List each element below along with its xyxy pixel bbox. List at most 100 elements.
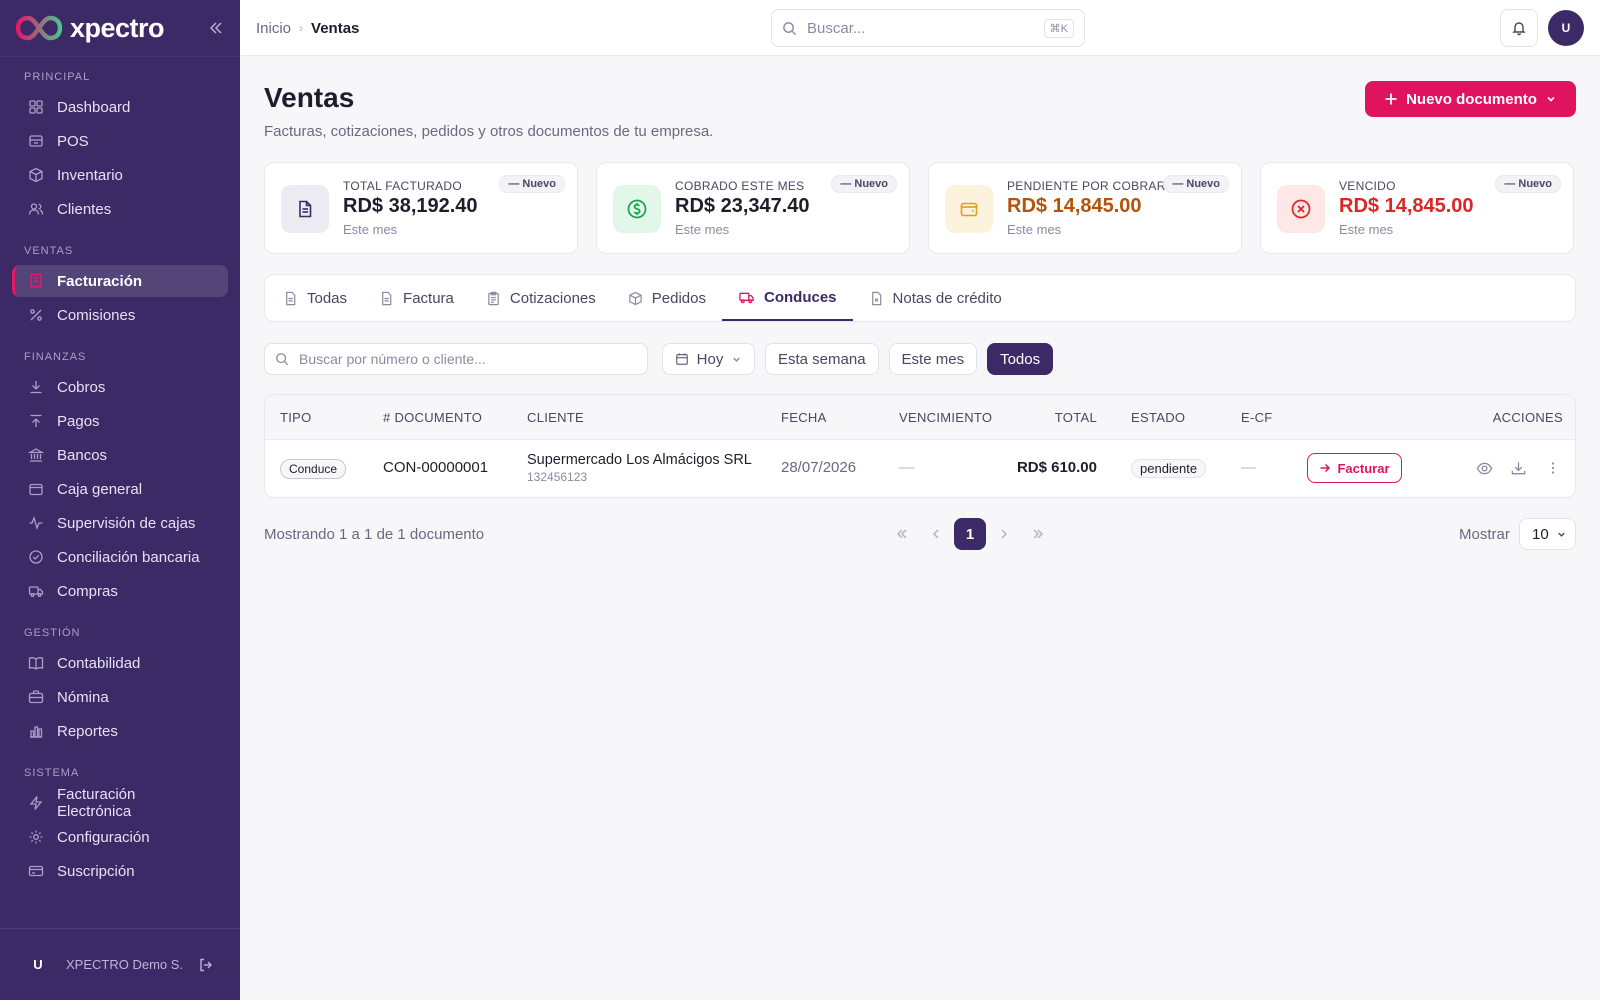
stat-card-cobrado-este-mes: COBRADO ESTE MES RD$ 23,347.40 Este mes … [596, 162, 910, 254]
column-header-estado: ESTADO [1131, 410, 1186, 425]
sidebar-item-comisiones[interactable]: Comisiones [12, 299, 228, 331]
sidebar-item-inventario[interactable]: Inventario [12, 159, 228, 191]
date-range-select[interactable]: Hoy [662, 343, 755, 375]
page-button-current[interactable]: 1 [954, 518, 986, 550]
global-search-input[interactable] [807, 19, 1034, 37]
sidebar-item-label: Comisiones [57, 306, 136, 324]
sidebar-item-compras[interactable]: Compras [12, 575, 228, 607]
column-header-ecf: E-CF [1241, 410, 1273, 425]
first-page-icon[interactable] [886, 518, 918, 550]
eye-icon[interactable] [1476, 460, 1493, 477]
sidebar-item-contabilidad[interactable]: Contabilidad [12, 647, 228, 679]
stat-value: RD$ 38,192.40 [343, 195, 478, 217]
sidebar-item-caja-general[interactable]: Caja general [12, 473, 228, 505]
sidebar-item-nomina[interactable]: Nómina [12, 681, 228, 713]
table-row[interactable]: Conduce CON-00000001 Supermercado Los Al… [265, 440, 1575, 497]
sidebar-item-supervision-de-cajas[interactable]: Supervisión de cajas [12, 507, 228, 539]
document-type-tabs: Todas Factura Cotizaciones Pedidos Condu… [264, 274, 1576, 322]
collapse-sidebar-icon[interactable] [208, 20, 224, 36]
next-page-icon[interactable] [988, 518, 1020, 550]
tab-notas-de-credito[interactable]: Notas de crédito [853, 275, 1018, 321]
brand-name: xpectro [70, 12, 165, 43]
chevron-right-icon: › [299, 21, 304, 35]
date-range-value: Hoy [696, 350, 724, 368]
document-search-input[interactable] [299, 351, 637, 367]
facturar-button[interactable]: Facturar [1307, 453, 1402, 483]
clipboard-icon [486, 291, 501, 306]
sidebar-item-suscripcion[interactable]: Suscripción [12, 855, 228, 887]
activity-icon [28, 515, 44, 531]
sidebar-item-label: Configuración [57, 828, 150, 846]
sidebar-item-label: Facturación [57, 272, 143, 290]
stat-subtitle: Este mes [343, 222, 398, 237]
document-number[interactable]: CON-00000001 [383, 459, 488, 476]
search-icon [275, 352, 289, 366]
search-shortcut-hint: ⌘K [1043, 18, 1074, 38]
wallet-icon [28, 481, 44, 497]
sidebar-item-conciliacion-bancaria[interactable]: Conciliación bancaria [12, 541, 228, 573]
sidebar-item-configuracion[interactable]: Configuración [12, 821, 228, 853]
sidebar-item-label: POS [57, 132, 89, 150]
more-vertical-icon[interactable] [1545, 460, 1561, 476]
stat-value: RD$ 14,845.00 [1339, 195, 1474, 217]
sidebar-item-cobros[interactable]: Cobros [12, 371, 228, 403]
sidebar-item-label: Nómina [57, 688, 109, 706]
sidebar-item-label: Clientes [57, 200, 112, 218]
tab-label: Pedidos [651, 289, 706, 307]
new-document-button[interactable]: Nuevo documento [1365, 81, 1576, 117]
document-icon [295, 199, 315, 219]
document-search[interactable] [264, 343, 648, 375]
sidebar-item-reportes[interactable]: Reportes [12, 715, 228, 747]
stat-label: PENDIENTE POR COBRAR [1007, 179, 1166, 193]
column-header-documento: # DOCUMENTO [383, 410, 483, 425]
sidebar-item-label: Reportes [57, 722, 118, 740]
tab-label: Todas [307, 289, 348, 307]
sidebar-item-label: Contabilidad [57, 654, 141, 672]
stats-row: TOTAL FACTURADO RD$ 38,192.40 Este mes —… [264, 162, 1576, 254]
sidebar-item-facturacion-electronica[interactable]: Facturación Electrónica [12, 786, 228, 820]
logout-icon[interactable] [198, 957, 214, 973]
stat-icon-wrap [1277, 185, 1325, 233]
box-icon [28, 167, 44, 183]
sidebar-item-bancos[interactable]: Bancos [12, 439, 228, 471]
sidebar-item-clientes[interactable]: Clientes [12, 193, 228, 225]
truck-icon [738, 290, 755, 305]
facturar-label: Facturar [1337, 460, 1390, 476]
previous-page-icon[interactable] [920, 518, 952, 550]
sidebar-item-pos[interactable]: POS [12, 125, 228, 157]
sidebar-item-label: Inventario [57, 166, 123, 184]
stat-badge: — Nuevo [1163, 175, 1229, 193]
sidebar-item-pagos[interactable]: Pagos [12, 405, 228, 437]
tab-pedidos[interactable]: Pedidos [612, 275, 722, 321]
breadcrumb-home-link[interactable]: Inicio [256, 20, 291, 37]
document-x-icon [869, 291, 884, 306]
sidebar-item-label: Conciliación bancaria [57, 548, 200, 566]
last-page-icon[interactable] [1022, 518, 1054, 550]
sidebar-item-label: Supervisión de cajas [57, 514, 196, 532]
sidebar-item-label: Cobros [57, 378, 106, 396]
stat-card-vencido: VENCIDO RD$ 14,845.00 Este mes — Nuevo [1260, 162, 1574, 254]
brand: xpectro [0, 0, 240, 56]
sidebar-item-facturacion[interactable]: Facturación [12, 265, 228, 297]
sidebar-item-dashboard[interactable]: Dashboard [12, 91, 228, 123]
notifications-button[interactable] [1500, 9, 1538, 47]
user-avatar[interactable]: U [26, 957, 50, 972]
tab-cotizaciones[interactable]: Cotizaciones [470, 275, 612, 321]
filter-chip-esta-semana[interactable]: Esta semana [765, 343, 879, 375]
user-avatar-button[interactable]: U [1548, 10, 1584, 46]
bell-icon [1511, 20, 1527, 36]
percent-icon [28, 307, 44, 323]
tab-todas[interactable]: Todas [267, 275, 363, 321]
filter-chip-este-mes[interactable]: Este mes [888, 343, 978, 375]
page-size-select[interactable]: 10 [1519, 518, 1576, 550]
stat-subtitle: Este mes [675, 222, 730, 237]
tab-conduces[interactable]: Conduces [722, 275, 853, 321]
breadcrumb-current: Ventas [311, 19, 360, 37]
plus-icon [1384, 92, 1398, 106]
download-icon[interactable] [1510, 460, 1527, 477]
chevron-down-icon [1545, 93, 1557, 105]
tab-factura[interactable]: Factura [363, 275, 470, 321]
stat-card-pendiente-por-cobrar: PENDIENTE POR COBRAR RD$ 14,845.00 Este … [928, 162, 1242, 254]
filter-chip-todos[interactable]: Todos [987, 343, 1054, 375]
global-search[interactable]: ⌘K [771, 9, 1085, 47]
